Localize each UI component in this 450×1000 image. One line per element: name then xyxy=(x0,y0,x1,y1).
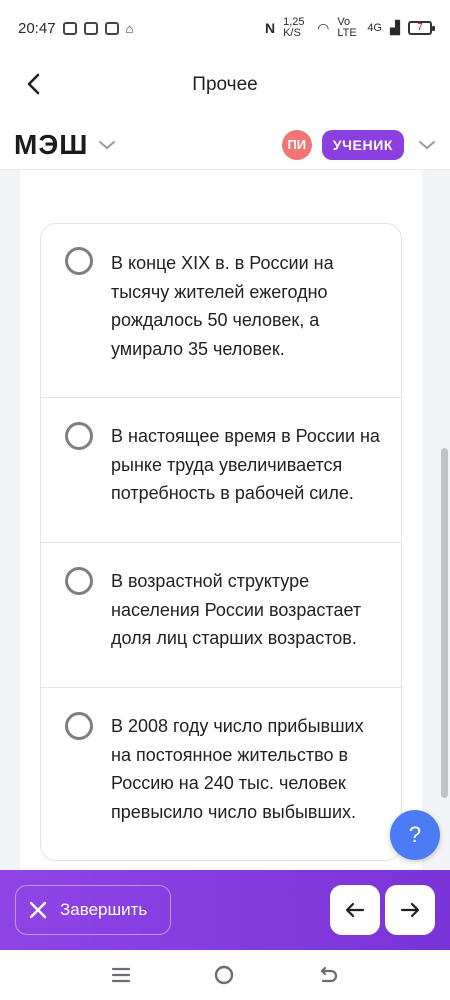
chevron-down-icon[interactable] xyxy=(98,139,116,151)
answer-text: В возрастной структуре населения России … xyxy=(111,571,362,648)
back-button[interactable] xyxy=(20,70,48,98)
scrollbar[interactable] xyxy=(441,448,448,798)
mesh-logo[interactable]: МЭШ xyxy=(14,129,88,161)
answer-text: В 2008 году число прибывших на постоянно… xyxy=(111,716,364,822)
role-badge[interactable]: УЧЕНИК xyxy=(321,129,404,160)
bottom-action-bar: Завершить xyxy=(0,870,450,950)
status-right: N 1,25 K/S ◠ Vo LTE 4G ▟ 7 xyxy=(264,16,435,39)
answer-option[interactable]: В 2008 году число прибывших на постоянно… xyxy=(41,688,401,860)
next-button[interactable] xyxy=(385,885,435,935)
notification-icon xyxy=(62,21,77,35)
radio-button[interactable] xyxy=(65,712,93,740)
previous-button[interactable] xyxy=(330,885,380,935)
arrow-right-icon xyxy=(400,902,420,918)
back-icon[interactable] xyxy=(317,965,339,985)
answer-text: В конце XIX в. в России на тысячу жителе… xyxy=(111,253,334,359)
radio-button[interactable] xyxy=(65,422,93,450)
answer-text: В настоящее время в России на рынке труд… xyxy=(111,426,380,503)
wifi-icon: ◠ xyxy=(317,19,330,36)
radio-button[interactable] xyxy=(65,567,93,595)
answer-options-card: В конце XIX в. в России на тысячу жителе… xyxy=(40,223,402,861)
brand-bar: МЭШ ПИ УЧЕНИК xyxy=(0,120,450,170)
clock: 20:47 xyxy=(18,19,56,37)
close-icon xyxy=(29,901,47,919)
finish-label: Завершить xyxy=(60,900,148,919)
notification-icon xyxy=(104,21,119,35)
user-area: ПИ УЧЕНИК xyxy=(281,129,436,160)
status-bar: 20:47 ⌂ N 1,25 K/S ◠ Vo LTE 4G ▟ 7 xyxy=(0,0,450,56)
menu-icon[interactable] xyxy=(111,966,131,984)
notification-icon xyxy=(83,21,98,35)
chevron-left-icon xyxy=(27,73,40,95)
avatar[interactable]: ПИ xyxy=(281,129,312,160)
radio-button[interactable] xyxy=(65,247,93,275)
answer-option[interactable]: В возрастной структуре населения России … xyxy=(41,543,401,688)
answer-option[interactable]: В настоящее время в России на рынке труд… xyxy=(41,398,401,543)
status-left: 20:47 ⌂ xyxy=(18,20,133,37)
volte-label: Vo LTE xyxy=(337,16,357,39)
signal-icon: ▟ xyxy=(390,20,400,35)
answer-option[interactable]: В конце XIX в. в России на тысячу жителе… xyxy=(41,224,401,398)
network-speed: 1,25 K/S xyxy=(283,16,305,39)
network-type: 4G xyxy=(367,22,382,34)
notification-icon: ⌂ xyxy=(125,20,134,36)
arrow-left-icon xyxy=(345,902,365,918)
home-icon[interactable] xyxy=(213,964,235,986)
page-title: Прочее xyxy=(192,74,258,95)
system-navigation-bar xyxy=(0,950,450,1000)
battery-icon: 7 xyxy=(408,21,435,35)
help-button[interactable]: ? xyxy=(390,810,440,860)
app-header: Прочее xyxy=(0,56,450,114)
finish-button[interactable]: Завершить xyxy=(15,885,171,935)
chevron-down-icon[interactable] xyxy=(418,139,436,151)
nfc-icon: N xyxy=(264,20,276,36)
